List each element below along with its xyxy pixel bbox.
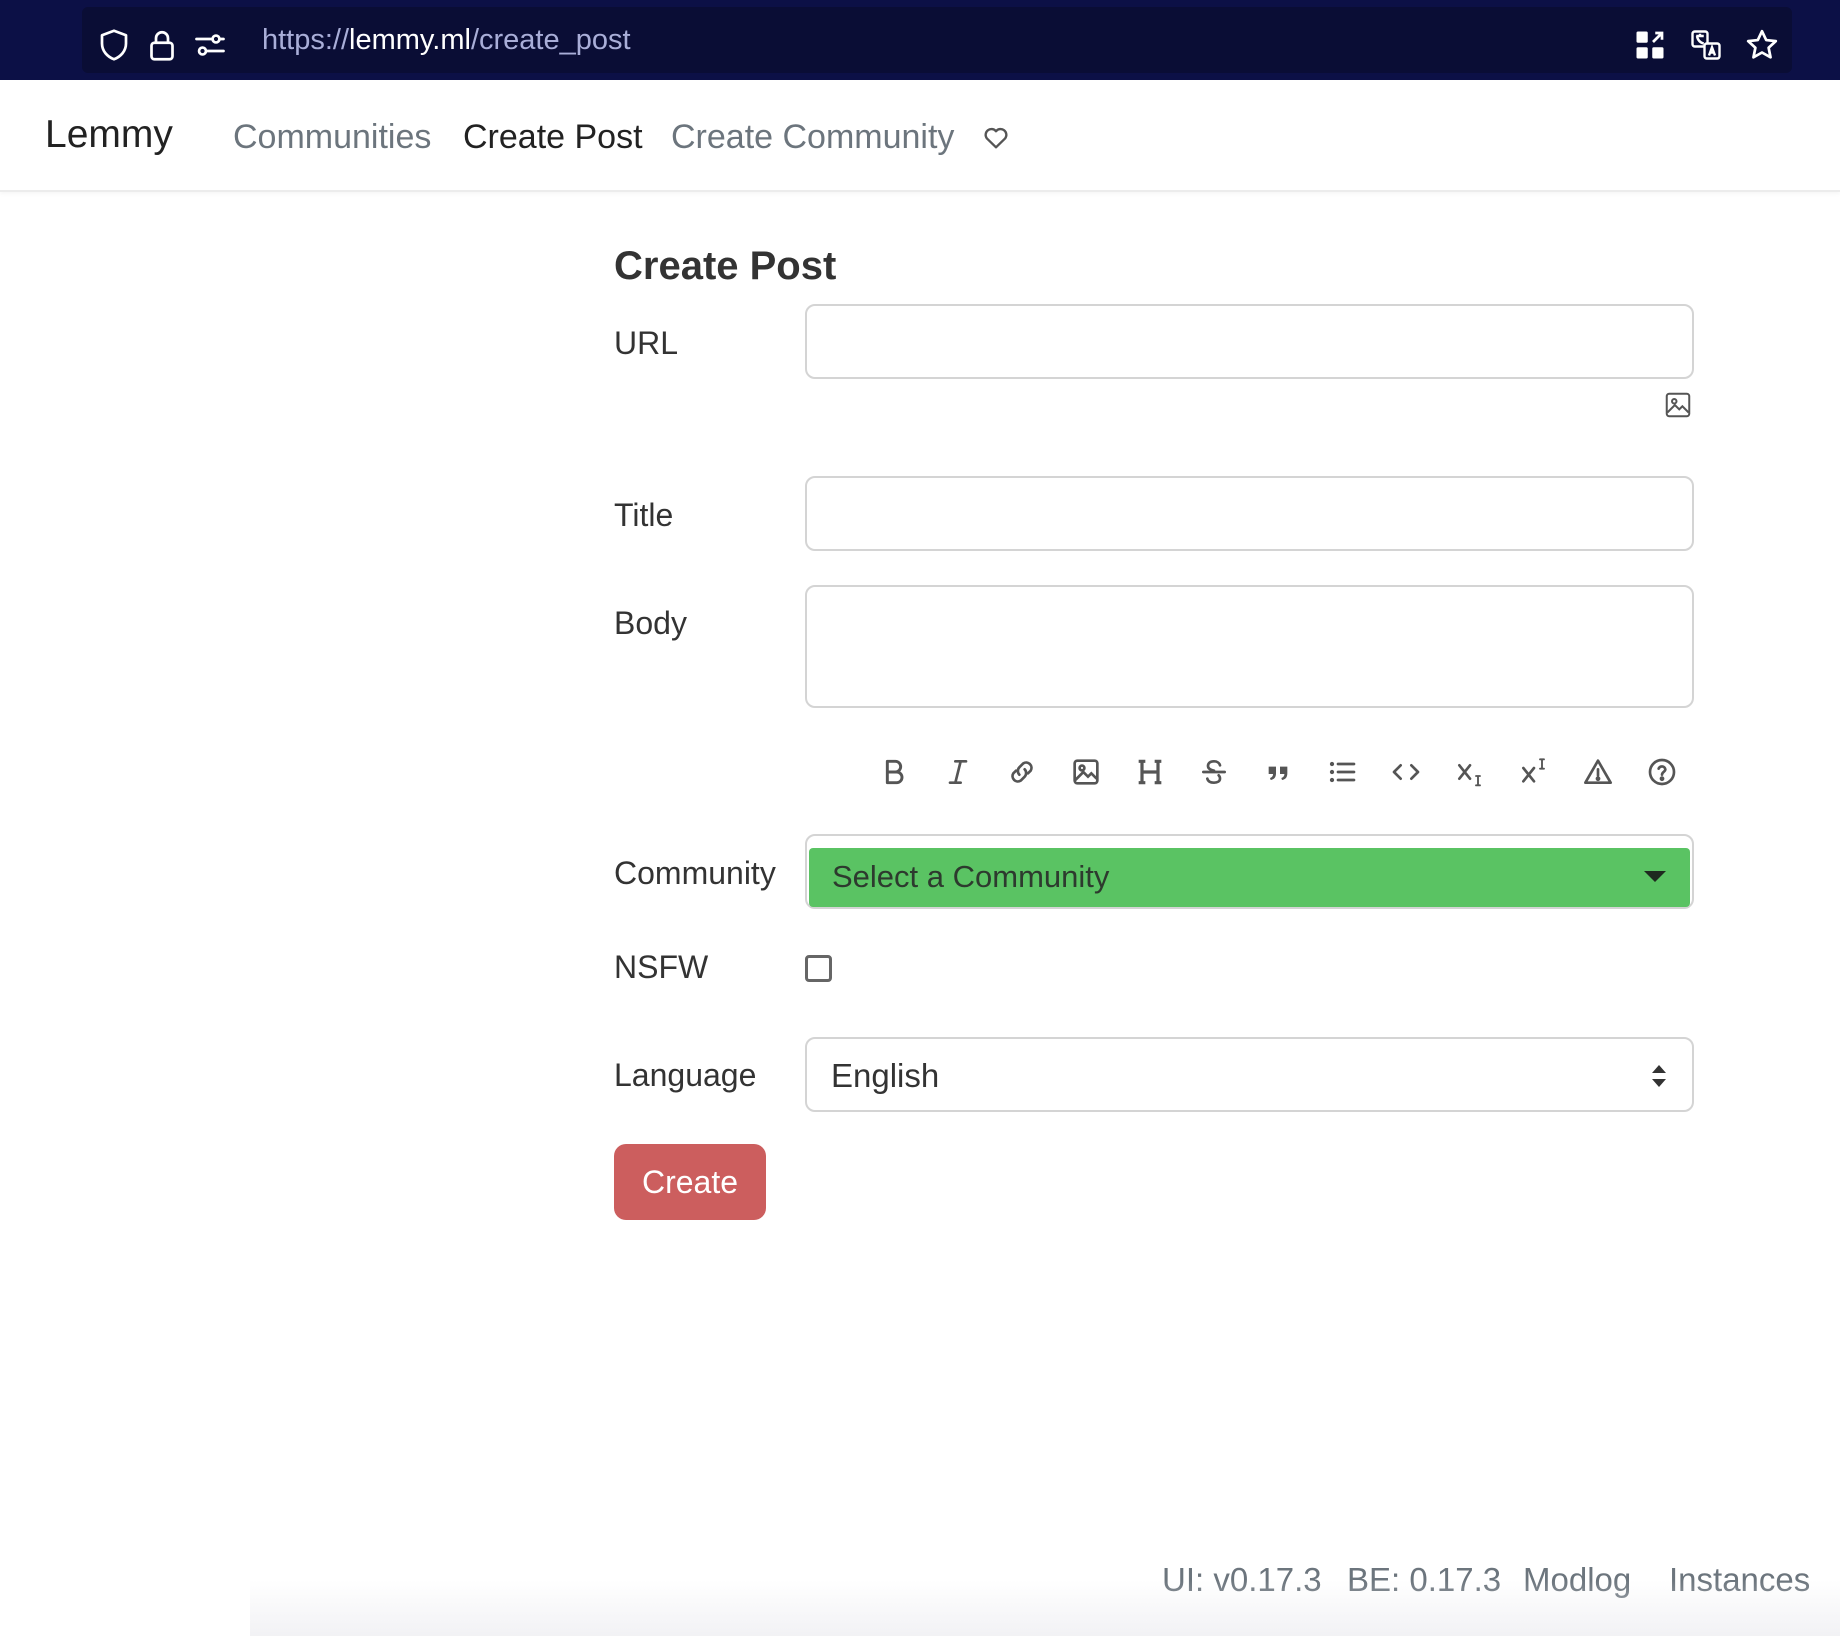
nsfw-label: NSFW [614,949,709,985]
footer-be-version[interactable]: BE: 0.17.3 [1347,1560,1501,1600]
select-arrows-icon [1650,1063,1668,1089]
body-textarea[interactable] [805,585,1694,708]
list-icon[interactable] [1326,756,1358,788]
url-scheme: https:// [262,24,350,56]
image-icon[interactable] [1070,756,1102,788]
shield-icon[interactable] [96,27,132,63]
nav-link-communities[interactable]: Communities [233,117,431,157]
permissions-icon[interactable] [192,27,228,63]
superscript-icon[interactable] [1518,756,1550,788]
footer-ui-version[interactable]: UI: v0.17.3 [1162,1560,1322,1600]
community-select[interactable]: Select a Community [805,834,1694,909]
body-label: Body [614,605,687,641]
image-upload-icon[interactable] [1663,390,1693,420]
url-path: /create_post [470,24,631,56]
browser-toolbar: https://lemmy.ml/create_post [0,0,1840,80]
url-label: URL [614,325,679,361]
footer-instances-link[interactable]: Instances [1669,1560,1810,1600]
url-text[interactable]: https://lemmy.ml/create_post [262,23,631,57]
title-label: Title [614,497,674,533]
help-icon[interactable] [1646,756,1678,788]
italic-icon[interactable] [942,756,974,788]
language-label: Language [614,1057,757,1093]
community-placeholder: Select a Community [832,859,1110,894]
caret-down-icon [1644,871,1666,882]
create-button[interactable]: Create [614,1144,766,1220]
page-title: Create Post [614,244,837,288]
language-value: English [831,1057,940,1094]
community-select-button[interactable]: Select a Community [809,848,1690,907]
quote-icon[interactable] [1262,756,1294,788]
url-host: lemmy.ml [349,24,471,56]
header-icon[interactable] [1134,756,1166,788]
brand-link[interactable]: Lemmy [45,112,173,158]
subscript-icon[interactable] [1454,756,1486,788]
nsfw-checkbox[interactable] [805,955,832,982]
nav-link-create-community[interactable]: Create Community [671,117,954,157]
heart-icon[interactable] [982,124,1010,152]
strikethrough-icon[interactable] [1198,756,1230,788]
community-label: Community [614,855,776,891]
bookmark-star-icon[interactable] [1744,27,1780,63]
main-navbar: Lemmy Communities Create Post Create Com… [0,80,1840,192]
footer-modlog-link[interactable]: Modlog [1523,1560,1631,1600]
translate-icon[interactable] [1688,27,1724,63]
link-icon[interactable] [1006,756,1038,788]
title-input[interactable] [805,476,1694,551]
qr-code-icon[interactable] [1632,27,1668,63]
language-select[interactable]: English [805,1037,1694,1112]
url-input[interactable] [805,304,1694,379]
lock-icon[interactable] [144,27,180,63]
spoiler-icon[interactable] [1582,756,1614,788]
address-bar[interactable]: https://lemmy.ml/create_post [82,7,1792,73]
bold-icon[interactable] [878,756,910,788]
nav-link-create-post[interactable]: Create Post [463,117,643,157]
code-icon[interactable] [1390,756,1422,788]
